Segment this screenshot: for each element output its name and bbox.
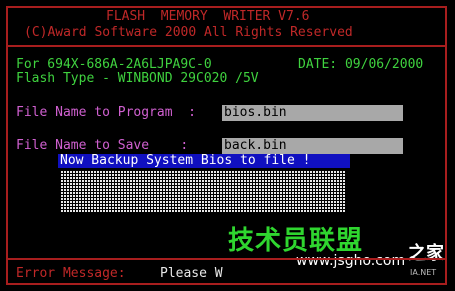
footer-divider (8, 258, 445, 260)
bios-date: DATE: 09/06/2000 (298, 57, 424, 72)
error-label: Error Message: (16, 266, 126, 281)
flash-writer-screen: FLASH MEMORY WRITER V7.6 (C)Award Softwa… (0, 0, 455, 291)
watermark-url: www.jsgho.com (296, 253, 406, 269)
save-label: File Name to Save : (16, 138, 189, 153)
progress-block (61, 170, 345, 212)
save-file-input[interactable]: back.bin (222, 138, 403, 154)
watermark-logo: 技术员联盟 (228, 226, 364, 256)
app-title: FLASH MEMORY WRITER V7.6 (106, 9, 310, 24)
flash-type: Flash Type - WINBOND 29C020 /5V (16, 71, 259, 86)
bios-id: For 694X-686A-2A6LJPA9C-0 (16, 57, 212, 72)
error-message: Please W (160, 266, 223, 281)
copyright-line: (C)Award Software 2000 All Rights Reserv… (24, 25, 353, 40)
header-divider (8, 45, 445, 47)
watermark-tag: IA.NET (410, 268, 437, 277)
watermark-brand: 之家 (408, 243, 444, 264)
status-bar: Now Backup System Bios to file ! (58, 154, 350, 168)
program-label: File Name to Program : (16, 105, 197, 120)
program-file-input[interactable]: bios.bin (222, 105, 403, 121)
